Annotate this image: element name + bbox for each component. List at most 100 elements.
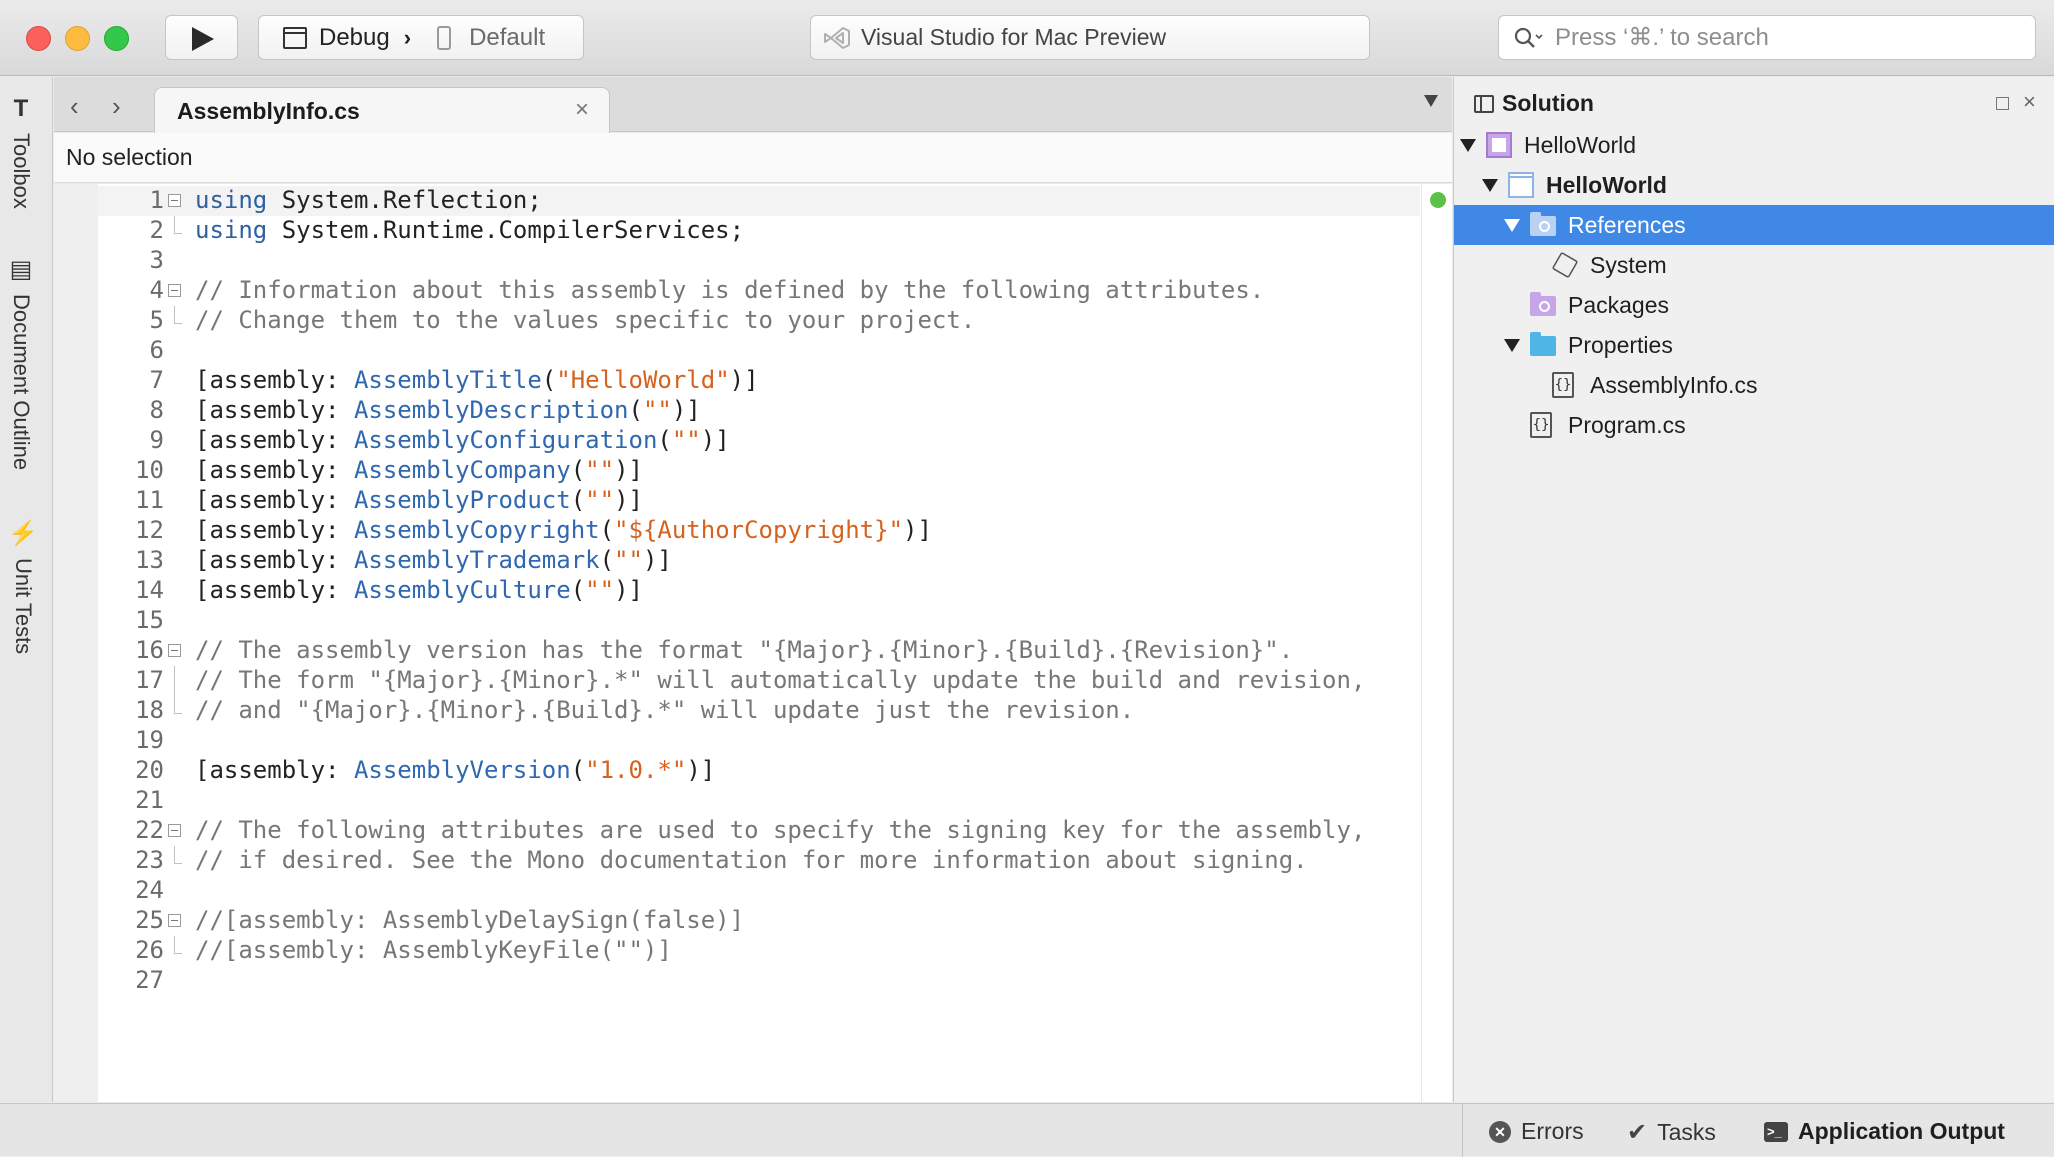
- solution-tree-item[interactable]: References: [1454, 205, 2054, 245]
- configuration-selector[interactable]: Debug › Default: [258, 15, 584, 60]
- close-window-button[interactable]: [26, 26, 51, 51]
- code-line[interactable]: 22 // The following attributes are used t…: [54, 816, 1414, 846]
- line-number: 7: [149, 366, 164, 394]
- code-line[interactable]: 1 using System.Reflection;: [54, 186, 1414, 216]
- code-line[interactable]: 3: [54, 246, 1414, 276]
- code-line[interactable]: 24: [54, 876, 1414, 906]
- solution-pad-title: Solution: [1502, 90, 1594, 116]
- solution-tree-item-label: HelloWorld: [1524, 132, 1637, 158]
- navigate-back-button[interactable]: ‹: [70, 91, 79, 122]
- code-line[interactable]: 18 // and "{Major}.{Minor}.{Build}.*" wil…: [54, 696, 1414, 726]
- code-line[interactable]: 4 // Information about this assembly is d…: [54, 276, 1414, 306]
- code-line[interactable]: 23 // if desired. See the Mono documentat…: [54, 846, 1414, 876]
- code-line[interactable]: 27: [54, 966, 1414, 996]
- code-line[interactable]: 9 [assembly: AssemblyConfiguration("")]: [54, 426, 1414, 456]
- code-text: // and "{Major}.{Minor}.{Build}.*" will …: [195, 696, 1134, 724]
- navigate-forward-button[interactable]: ›: [112, 91, 121, 122]
- application-output-pad-button[interactable]: >_ Application Output: [1764, 1118, 2005, 1145]
- fold-toggle-icon[interactable]: [168, 636, 182, 666]
- code-line[interactable]: 17 // The form "{Major}.{Minor}.*" will a…: [54, 666, 1414, 696]
- configuration-label: Debug: [319, 23, 390, 51]
- code-token: [assembly:: [195, 516, 354, 544]
- search-icon: [1514, 27, 1543, 48]
- error-icon: ✕: [1489, 1120, 1511, 1143]
- line-number: 12: [135, 516, 164, 544]
- code-line[interactable]: 14 [assembly: AssemblyCulture("")]: [54, 576, 1414, 606]
- code-line[interactable]: 11 [assembly: AssemblyProduct("")]: [54, 486, 1414, 516]
- toolbox-pad-tab[interactable]: T Toolbox: [8, 95, 34, 209]
- minimize-window-button[interactable]: [65, 26, 90, 51]
- line-number: 6: [149, 336, 164, 364]
- line-number: 18: [135, 696, 164, 724]
- code-token: System.Reflection;: [267, 186, 542, 214]
- code-line[interactable]: 19: [54, 726, 1414, 756]
- search-input[interactable]: Press ‘⌘.’ to search: [1498, 15, 2036, 60]
- code-line[interactable]: 12 [assembly: AssemblyCopyright("${Author…: [54, 516, 1414, 546]
- document-outline-pad-tab[interactable]: ▤ Document Outline: [8, 255, 34, 470]
- code-token: (: [599, 516, 615, 544]
- fold-toggle-icon[interactable]: [168, 906, 182, 936]
- solution-tree-item[interactable]: Packages: [1454, 285, 2054, 325]
- code-line[interactable]: 21: [54, 786, 1414, 816]
- code-line[interactable]: 8 [assembly: AssemblyDescription("")]: [54, 396, 1414, 426]
- tab-list-dropdown-icon[interactable]: [1424, 95, 1438, 107]
- line-number: 25: [135, 906, 164, 934]
- code-text: // Information about this assembly is de…: [195, 276, 1264, 304]
- code-line[interactable]: 20 [assembly: AssemblyVersion("1.0.*")]: [54, 756, 1414, 786]
- code-token: (: [657, 426, 672, 454]
- close-pad-icon[interactable]: ×: [2023, 89, 2036, 115]
- disclosure-arrow-icon[interactable]: [1504, 219, 1520, 232]
- document-tab-strip: ‹ › AssemblyInfo.cs ×: [54, 77, 1452, 133]
- code-token: (: [599, 546, 615, 574]
- code-token: using: [195, 186, 268, 214]
- solution-tree-item-label: HelloWorld: [1546, 172, 1667, 198]
- code-editor[interactable]: 1 using System.Reflection; 2 using System.R…: [54, 184, 1452, 1102]
- code-token: )]: [686, 756, 716, 784]
- document-tab[interactable]: AssemblyInfo.cs ×: [154, 87, 610, 133]
- line-number: 22: [135, 816, 164, 844]
- code-line[interactable]: 13 [assembly: AssemblyTrademark("")]: [54, 546, 1414, 576]
- solution-tree-item[interactable]: System: [1454, 245, 2054, 285]
- terminal-icon: >_: [1764, 1121, 1788, 1142]
- tasks-pad-button[interactable]: ✔ Tasks: [1627, 1118, 1716, 1147]
- tasks-label: Tasks: [1657, 1119, 1716, 1145]
- code-token: [assembly:: [195, 456, 354, 484]
- unit-tests-icon: ⚡: [8, 520, 38, 547]
- disclosure-arrow-icon[interactable]: [1482, 179, 1498, 192]
- code-line[interactable]: 7 [assembly: AssemblyTitle("HelloWorld")]: [54, 366, 1414, 396]
- unit-tests-pad-tab[interactable]: ⚡ Unit Tests: [8, 519, 38, 654]
- code-line[interactable]: 6: [54, 336, 1414, 366]
- code-token: [assembly:: [195, 546, 354, 574]
- path-bar[interactable]: No selection: [54, 133, 1452, 183]
- code-line[interactable]: 16 // The assembly version has the format…: [54, 636, 1414, 666]
- code-line[interactable]: 15: [54, 606, 1414, 636]
- code-token: [assembly:: [195, 396, 354, 424]
- code-line[interactable]: 26 //[assembly: AssemblyKeyFile("")]: [54, 936, 1414, 966]
- errors-pad-button[interactable]: ✕ Errors: [1489, 1118, 1584, 1145]
- code-line[interactable]: 10 [assembly: AssemblyCompany("")]: [54, 456, 1414, 486]
- code-line[interactable]: 5 // Change them to the values specific t…: [54, 306, 1414, 336]
- fold-toggle-icon[interactable]: [168, 276, 182, 306]
- fold-toggle-icon[interactable]: [168, 816, 182, 846]
- code-line[interactable]: 25 //[assembly: AssemblyDelaySign(false)]: [54, 906, 1414, 936]
- solution-tree-item-label: Program.cs: [1568, 412, 1686, 438]
- code-token: using: [195, 216, 268, 244]
- disclosure-arrow-icon[interactable]: [1504, 339, 1520, 352]
- solution-tree-item[interactable]: HelloWorld: [1454, 165, 2054, 205]
- errors-label: Errors: [1521, 1118, 1584, 1144]
- code-token: AssemblyCopyright: [353, 516, 600, 544]
- disclosure-arrow-icon[interactable]: [1460, 139, 1476, 152]
- solution-tree-item[interactable]: HelloWorld: [1454, 125, 2054, 165]
- solution-tree-item[interactable]: {} Program.cs: [1454, 405, 2054, 445]
- code-text: // The assembly version has the format "…: [195, 636, 1293, 664]
- status-text: Visual Studio for Mac Preview: [861, 24, 1167, 50]
- solution-tree-item[interactable]: {} AssemblyInfo.cs: [1454, 365, 2054, 405]
- run-button[interactable]: [165, 15, 238, 60]
- fold-toggle-icon[interactable]: [168, 186, 182, 216]
- solution-tree-item[interactable]: Properties: [1454, 325, 2054, 365]
- maximize-pad-icon[interactable]: [1996, 97, 2009, 110]
- close-tab-icon[interactable]: ×: [575, 96, 589, 124]
- zoom-window-button[interactable]: [104, 26, 129, 51]
- code-line[interactable]: 2 using System.Runtime.CompilerServices;: [54, 216, 1414, 246]
- code-token: // The form "{Major}.{Minor}.*" will aut…: [195, 666, 1366, 694]
